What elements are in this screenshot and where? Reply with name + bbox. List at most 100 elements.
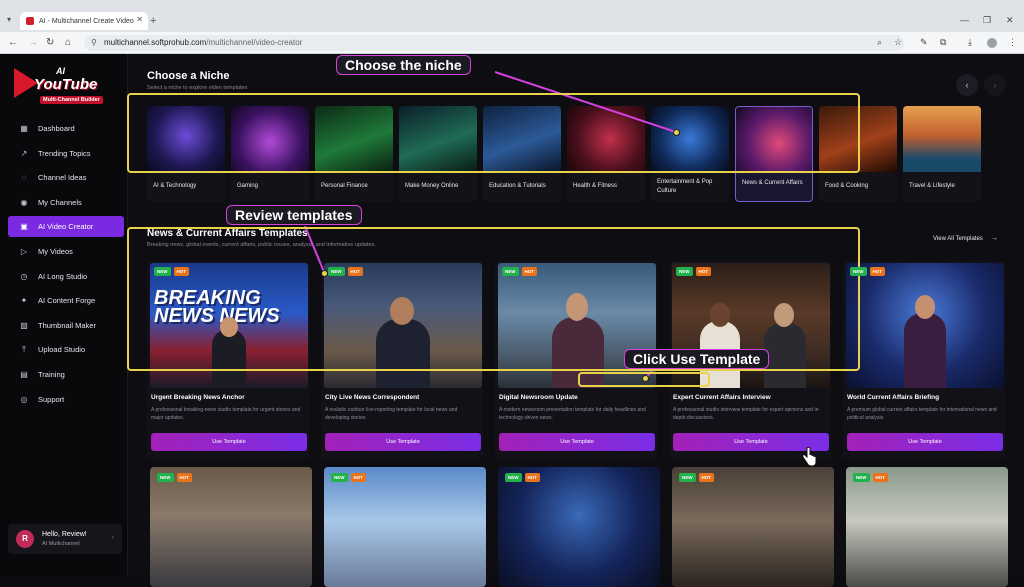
sidebar-item-label: Support	[38, 394, 65, 404]
template-description: A premium global current affairs templat…	[847, 407, 997, 421]
template-card[interactable]: NEW HOT World Current Affairs Briefing A …	[843, 261, 1005, 459]
niche-label: Education & Tutorials	[489, 183, 546, 189]
scroll-right-button[interactable]: ›	[984, 74, 1006, 96]
minimize-icon[interactable]: —	[960, 15, 969, 25]
hot-badge: HOT	[872, 473, 888, 482]
site-info-icon[interactable]: ⚲	[91, 35, 97, 51]
reload-icon[interactable]: ↻	[46, 37, 54, 48]
play-icon: ▷	[20, 246, 28, 256]
template-thumbnail[interactable]: NEW HOT	[324, 467, 486, 587]
address-toolbar: ← → ↻ ⌂ ⚲ multichannel.softprohub.com/mu…	[0, 32, 1024, 54]
new-badge: NEW	[154, 267, 171, 276]
niche-label: Make Money Online	[405, 183, 459, 189]
sidebar-item-label: My Channels	[38, 197, 82, 207]
view-all-templates-link[interactable]: View All Templates →	[933, 235, 998, 242]
sidebar-item-label: AI Video Creator	[38, 222, 94, 232]
bookmark-star-icon[interactable]: ☆	[894, 37, 902, 48]
image-icon: ▨	[20, 320, 28, 330]
app-logo[interactable]: AI YouTube Multi-Channel Builder	[14, 64, 110, 108]
pointer-dot	[673, 129, 680, 136]
niche-label: Personal Finance	[321, 183, 368, 189]
hot-badge: HOT	[176, 473, 192, 482]
new-badge: NEW	[850, 267, 867, 276]
template-description: A professional studio interview template…	[673, 407, 821, 421]
card-badges: NEW HOT	[328, 267, 363, 276]
close-window-icon[interactable]: ✕	[1006, 15, 1014, 26]
sidebar-item-label: AI Long Studio	[38, 271, 88, 281]
scroll-left-button[interactable]: ‹	[956, 74, 978, 96]
sidebar-item-label: Thumbnail Maker	[38, 320, 96, 330]
sidebar-item-thumbnail-maker[interactable]: ▨ Thumbnail Maker	[8, 315, 124, 336]
extensions-icon[interactable]: ⧉	[940, 37, 946, 48]
template-thumbnail[interactable]: NEW HOT	[846, 467, 1008, 587]
niche-card-travel-lifestyle[interactable]: Travel & Lifestyle	[903, 106, 981, 202]
sidebar-item-label: Channel Ideas	[38, 173, 87, 183]
highlight-niche-row	[127, 93, 860, 173]
sidebar-item-label: Training	[38, 369, 65, 379]
pen-icon[interactable]: ✎	[920, 37, 928, 48]
video-icon: ▣	[20, 222, 28, 232]
back-icon[interactable]: ←	[8, 37, 18, 48]
home-icon[interactable]: ⌂	[65, 37, 71, 48]
tab-dropdown-icon[interactable]: ▾	[7, 15, 11, 24]
new-tab-icon[interactable]: +	[150, 15, 156, 27]
sidebar-item-channel-ideas[interactable]: ◌ Channel Ideas	[8, 167, 124, 188]
niche-label: Travel & Lifestyle	[909, 183, 955, 189]
logo-title: YouTube	[34, 76, 98, 93]
chevron-left-icon: ‹	[965, 80, 969, 90]
template-thumbnail[interactable]: NEW HOT	[672, 467, 834, 587]
sidebar-item-trending-topics[interactable]: ↗ Trending Topics	[8, 143, 124, 164]
url-path: /multichannel/video-creator	[206, 38, 303, 47]
niche-image	[903, 106, 981, 172]
user-profile-card[interactable]: R Hello, Review! AI Multichannel ›	[8, 524, 122, 554]
close-tab-icon[interactable]: ✕	[136, 15, 143, 24]
sidebar-item-my-videos[interactable]: ▷ My Videos	[8, 241, 124, 262]
hand-cursor-icon	[802, 447, 816, 467]
card-badges: NEW HOT	[154, 267, 189, 276]
new-badge: NEW	[328, 267, 345, 276]
sidebar-item-ai-content-forge[interactable]: ✦ AI Content Forge	[8, 290, 124, 311]
sidebar-item-label: Upload Studio	[38, 345, 86, 355]
channels-icon: ◉	[20, 197, 28, 207]
template-thumbnail[interactable]: NEW HOT	[498, 467, 660, 587]
restore-icon[interactable]: ❐	[983, 15, 991, 26]
niche-label: Food & Cooking	[825, 183, 869, 189]
browser-menu-icon[interactable]: ⋮	[1008, 37, 1017, 48]
template-description: A realistic outdoor live-reporting templ…	[325, 407, 458, 421]
use-template-button[interactable]: Use Template	[325, 433, 481, 451]
use-template-button[interactable]: Use Template	[499, 433, 655, 451]
sidebar-item-ai-long-studio[interactable]: ◷ AI Long Studio	[8, 266, 124, 287]
address-bar[interactable]: ⚲ multichannel.softprohub.com/multichann…	[84, 35, 904, 51]
card-badges: NEW HOT	[505, 473, 540, 482]
sidebar-item-label: Trending Topics	[38, 148, 91, 158]
new-badge: NEW	[331, 473, 348, 482]
niche-label: Entertainment & Pop Culture	[657, 179, 713, 194]
callout-click-use-template: Click Use Template	[624, 349, 770, 369]
use-template-button[interactable]: Use Template	[151, 433, 307, 451]
tab-title: AI - Multichannel Create Video	[39, 17, 134, 25]
niche-label: Health & Fitness	[573, 183, 618, 189]
zoom-icon[interactable]: ⌕	[877, 37, 882, 48]
forward-icon[interactable]: →	[28, 37, 38, 48]
template-thumbnail[interactable]	[846, 263, 1004, 388]
download-icon[interactable]: ⤓	[968, 37, 972, 48]
sidebar-item-upload-studio[interactable]: ⤒ Upload Studio	[8, 339, 124, 360]
new-badge: NEW	[502, 267, 519, 276]
card-badges: NEW HOT	[502, 267, 537, 276]
use-template-button[interactable]: Use Template	[847, 433, 1003, 451]
lightbulb-icon: ◌	[21, 173, 27, 183]
sidebar-item-my-channels[interactable]: ◉ My Channels	[8, 192, 124, 213]
new-badge: NEW	[679, 473, 696, 482]
user-plan: AI Multichannel	[42, 541, 80, 547]
chevron-right-icon: ›	[993, 80, 997, 90]
support-icon: ◎	[20, 394, 28, 404]
sidebar-item-dashboard[interactable]: ▦ Dashboard	[8, 118, 124, 139]
sidebar-item-training[interactable]: ▤ Training	[8, 364, 124, 385]
sidebar-item-ai-video-creator[interactable]: ▣ AI Video Creator	[8, 216, 124, 238]
browser-tab[interactable]: AI - Multichannel Create Video ✕	[20, 12, 148, 30]
template-thumbnail[interactable]: NEW HOT	[150, 467, 312, 587]
profile-avatar[interactable]	[987, 38, 997, 48]
clock-icon: ◷	[20, 271, 28, 281]
new-badge: NEW	[853, 473, 870, 482]
sidebar-item-support[interactable]: ◎ Support	[8, 389, 124, 410]
